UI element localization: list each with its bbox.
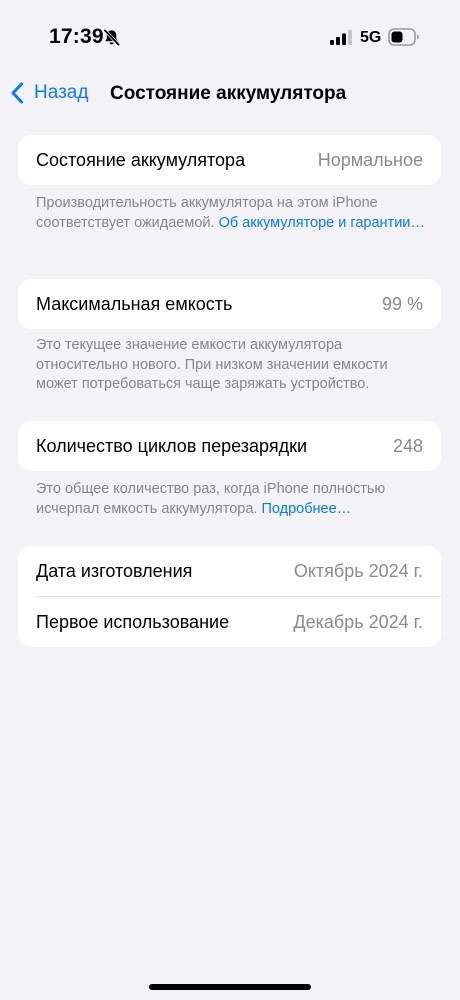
first-use-label: Первое использование xyxy=(36,611,230,632)
battery-health-footnote: Производительность аккумулятора на этом … xyxy=(36,194,428,233)
chevron-left-icon xyxy=(11,82,23,104)
max-capacity-footnote-text: Это текущее значение емкости аккумулятор… xyxy=(36,337,388,392)
first-use-value: Декабрь 2024 г. xyxy=(293,611,423,632)
cycle-count-card: Количество циклов перезарядки 248 xyxy=(18,421,441,471)
battery-health-label: Состояние аккумулятора xyxy=(36,149,246,170)
max-capacity-row: Максимальная емкость 99 % xyxy=(18,279,441,329)
signal-icon xyxy=(330,30,352,45)
status-time: 17:39 xyxy=(49,25,104,48)
cycle-count-value: 248 xyxy=(392,435,423,456)
cycle-count-row: Количество циклов перезарядки 248 xyxy=(18,421,441,471)
status-bar: 17:39 5G xyxy=(0,0,460,70)
bell-slash-icon xyxy=(103,29,120,46)
battery-health-card: Состояние аккумулятора Нормальное xyxy=(18,135,441,185)
manufacture-date-value: Октябрь 2024 г. xyxy=(293,560,423,581)
max-capacity-label: Максимальная емкость xyxy=(36,293,233,314)
cycle-count-label: Количество циклов перезарядки xyxy=(36,435,308,456)
dates-card: Дата изготовления Октябрь 2024 г. Первое… xyxy=(18,546,441,647)
manufacture-date-row: Дата изготовления Октябрь 2024 г. xyxy=(18,546,441,596)
navigation-bar: Назад Состояние аккумулятора xyxy=(0,70,460,114)
cycle-count-footnote: Это общее количество раз, когда iPhone п… xyxy=(36,480,428,519)
back-button[interactable]: Назад xyxy=(10,78,88,108)
battery-health-row: Состояние аккумулятора Нормальное xyxy=(18,135,441,185)
home-indicator[interactable] xyxy=(149,984,311,990)
battery-warranty-link[interactable]: Об аккумуляторе и гарантии… xyxy=(219,215,425,231)
max-capacity-value: 99 % xyxy=(381,293,423,314)
network-type: 5G xyxy=(360,29,382,46)
manufacture-date-label: Дата изготовления xyxy=(36,560,193,581)
max-capacity-card: Максимальная емкость 99 % xyxy=(18,279,441,329)
battery-icon xyxy=(388,28,419,46)
first-use-row: Первое использование Декабрь 2024 г. xyxy=(18,597,441,647)
battery-health-value: Нормальное xyxy=(317,149,423,170)
max-capacity-footnote: Это текущее значение емкости аккумулятор… xyxy=(36,336,428,395)
back-button-label: Назад xyxy=(34,82,89,103)
page-title: Состояние аккумулятора xyxy=(110,83,347,104)
cycle-count-more-link[interactable]: Подробнее… xyxy=(261,501,351,517)
